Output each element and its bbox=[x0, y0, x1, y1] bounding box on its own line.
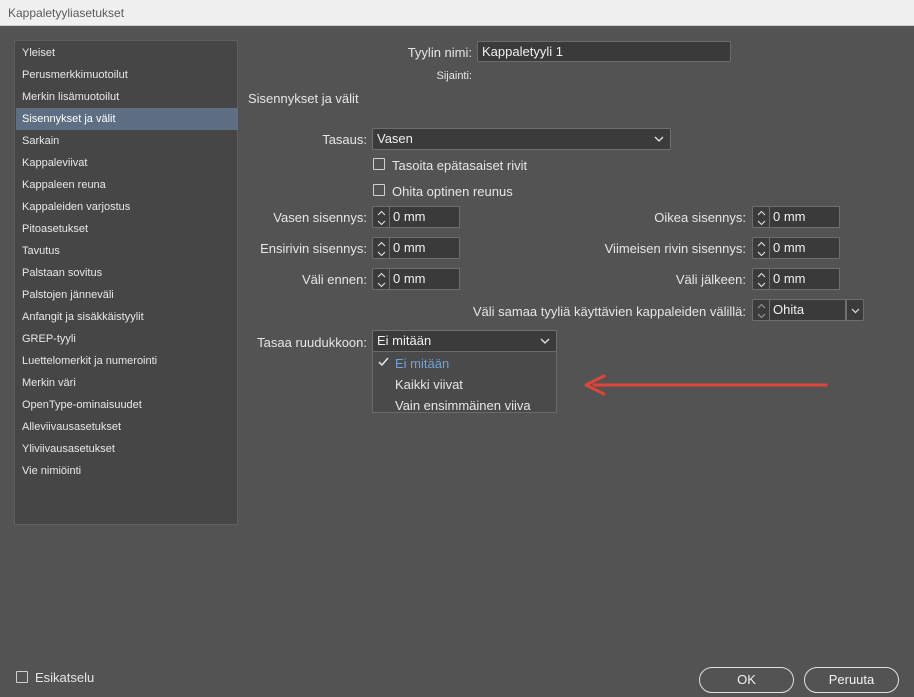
ignore-optical-label: Ohita optinen reunus bbox=[392, 184, 513, 199]
ok-button[interactable]: OK bbox=[699, 667, 794, 693]
category-list: Yleiset Perusmerkkimuotoilut Merkin lisä… bbox=[14, 40, 238, 525]
stepper-arrows-icon[interactable] bbox=[752, 268, 770, 290]
sidebar-item-perusmerkkimuotoilut[interactable]: Perusmerkkimuotoilut bbox=[16, 64, 238, 86]
right-indent-input[interactable]: 0 mm bbox=[770, 206, 840, 228]
sidebar-item-palstojen-janneväli[interactable]: Palstojen jänneväli bbox=[16, 284, 238, 306]
section-title: Sisennykset ja välit bbox=[248, 91, 359, 106]
balance-ragged-label: Tasoita epätasaiset rivit bbox=[392, 158, 528, 173]
sidebar-item-pitoasetukset[interactable]: Pitoasetukset bbox=[16, 218, 238, 240]
sidebar-item-luettelomerkit[interactable]: Luettelomerkit ja numerointi bbox=[16, 350, 238, 372]
last-line-indent-stepper[interactable]: 0 mm bbox=[752, 237, 840, 259]
sidebar-item-tavutus[interactable]: Tavutus bbox=[16, 240, 238, 262]
same-style-spacing-combo[interactable]: Ohita bbox=[752, 299, 864, 321]
same-style-spacing-label: Väli samaa tyyliä käyttävien kappaleiden… bbox=[472, 304, 746, 319]
cancel-button[interactable]: Peruuta bbox=[804, 667, 899, 693]
first-line-indent-label: Ensirivin sisennys: bbox=[260, 241, 367, 256]
sidebar-item-sisennykset-ja-valit[interactable]: Sisennykset ja välit bbox=[16, 108, 238, 130]
sidebar-item-grep-tyyli[interactable]: GREP-tyyli bbox=[16, 328, 238, 350]
location-label: Sijainti: bbox=[436, 70, 472, 82]
sidebar-item-yliviivaus[interactable]: Yliviivausasetukset bbox=[16, 438, 238, 460]
first-line-indent-input[interactable]: 0 mm bbox=[390, 237, 460, 259]
space-before-label: Väli ennen: bbox=[301, 272, 367, 287]
left-indent-input[interactable]: 0 mm bbox=[390, 206, 460, 228]
space-after-stepper[interactable]: 0 mm bbox=[752, 268, 840, 290]
space-before-input[interactable]: 0 mm bbox=[390, 268, 460, 290]
space-after-input[interactable]: 0 mm bbox=[770, 268, 840, 290]
first-line-indent-stepper[interactable]: 0 mm bbox=[372, 237, 460, 259]
align-grid-menu: Ei mitään Kaikki viivat Vain ensimmäinen… bbox=[372, 351, 557, 413]
ignore-optical-checkbox[interactable] bbox=[373, 184, 385, 196]
sidebar-item-kappaleen-reuna[interactable]: Kappaleen reuna bbox=[16, 174, 238, 196]
chevron-down-icon bbox=[540, 338, 550, 344]
stepper-arrows-icon[interactable] bbox=[372, 206, 390, 228]
stepper-arrows-icon[interactable] bbox=[752, 206, 770, 228]
style-name-input[interactable]: Kappaletyyli 1 bbox=[477, 41, 731, 62]
align-grid-select[interactable]: Ei mitään bbox=[372, 330, 557, 352]
menu-item-kaikki-viivat[interactable]: Kaikki viivat bbox=[395, 377, 463, 392]
chevron-down-icon bbox=[654, 136, 664, 142]
sidebar-item-merkin-lisamuotoilut[interactable]: Merkin lisämuotoilut bbox=[16, 86, 238, 108]
window-title: Kappaletyyliasetukset bbox=[8, 6, 125, 20]
sidebar-item-palstaan-sovitus[interactable]: Palstaan sovitus bbox=[16, 262, 238, 284]
left-indent-stepper[interactable]: 0 mm bbox=[372, 206, 460, 228]
chevron-down-icon[interactable] bbox=[846, 299, 864, 321]
checkmark-icon bbox=[378, 357, 389, 366]
stepper-arrows-icon[interactable] bbox=[372, 268, 390, 290]
space-before-stepper[interactable]: 0 mm bbox=[372, 268, 460, 290]
balance-ragged-checkbox[interactable] bbox=[373, 158, 385, 170]
space-after-label: Väli jälkeen: bbox=[675, 272, 746, 287]
sidebar-item-yleiset[interactable]: Yleiset bbox=[16, 42, 238, 64]
alignment-value: Vasen bbox=[377, 131, 413, 146]
stepper-arrows-icon[interactable] bbox=[752, 237, 770, 259]
sidebar-item-vie-nimiointi[interactable]: Vie nimiöinti bbox=[16, 460, 238, 482]
last-line-indent-input[interactable]: 0 mm bbox=[770, 237, 840, 259]
last-line-indent-label: Viimeisen rivin sisennys: bbox=[604, 241, 746, 256]
same-style-spacing-input[interactable]: Ohita bbox=[770, 299, 846, 321]
sidebar-item-merkin-vari[interactable]: Merkin väri bbox=[16, 372, 238, 394]
style-name-label: Tyylin nimi: bbox=[407, 45, 472, 60]
sidebar-item-sarkain[interactable]: Sarkain bbox=[16, 130, 238, 152]
sidebar-item-anfangit[interactable]: Anfangit ja sisäkkäistyylit bbox=[16, 306, 238, 328]
sidebar-item-alleviivaus[interactable]: Alleviivausasetukset bbox=[16, 416, 238, 438]
title-bar: Kappaletyyliasetukset bbox=[0, 0, 914, 26]
alignment-label: Tasaus: bbox=[322, 132, 367, 147]
align-grid-label: Tasaa ruudukkoon: bbox=[257, 335, 367, 350]
sidebar-item-kappaleviivat[interactable]: Kappaleviivat bbox=[16, 152, 238, 174]
stepper-arrows-icon[interactable] bbox=[752, 299, 770, 321]
menu-item-vain-ensimmainen-viiva[interactable]: Vain ensimmäinen viiva bbox=[395, 398, 531, 413]
sidebar-item-kappaleiden-varjostus[interactable]: Kappaleiden varjostus bbox=[16, 196, 238, 218]
sidebar-item-opentype[interactable]: OpenType-ominaisuudet bbox=[16, 394, 238, 416]
preview-checkbox[interactable] bbox=[16, 671, 28, 683]
menu-item-ei-mitaan[interactable]: Ei mitään bbox=[395, 356, 449, 371]
align-grid-value: Ei mitään bbox=[377, 333, 432, 348]
right-indent-stepper[interactable]: 0 mm bbox=[752, 206, 840, 228]
left-indent-label: Vasen sisennys: bbox=[273, 210, 367, 225]
right-indent-label: Oikea sisennys: bbox=[654, 210, 746, 225]
annotation-arrow-icon bbox=[584, 374, 828, 396]
alignment-select[interactable]: Vasen bbox=[372, 128, 671, 150]
stepper-arrows-icon[interactable] bbox=[372, 237, 390, 259]
preview-label: Esikatselu bbox=[35, 670, 95, 685]
